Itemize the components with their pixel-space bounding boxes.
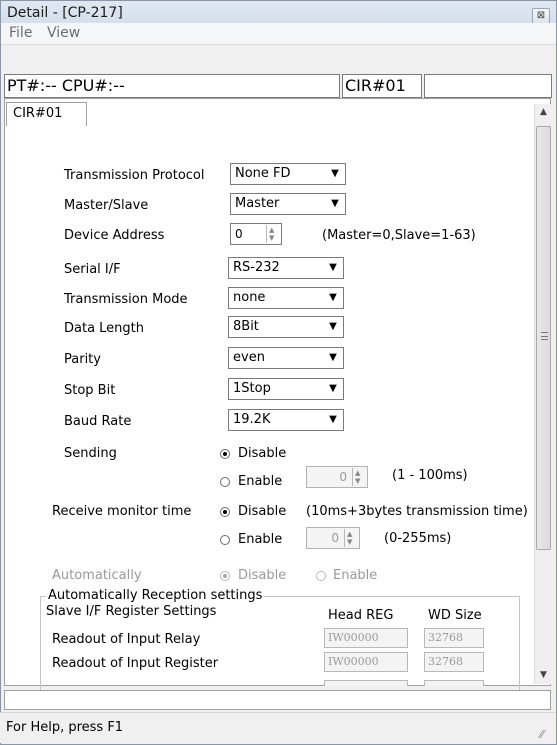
label-receive-monitor-time: Receive monitor time [52,504,192,519]
receive-monitor-enable-radio[interactable] [220,535,230,545]
stepper-arrows-icon[interactable]: ▲ ▼ [344,529,358,547]
sending-enable-radio[interactable] [220,477,230,487]
sending-enable-label[interactable]: Enable [238,474,282,489]
serial-if-value: RS-232 [233,260,280,275]
menu-file[interactable]: File [9,25,32,41]
resize-grip-icon[interactable]: ⁄⁄ [540,728,544,741]
chevron-down-icon: ▼ [329,352,337,363]
window-title: Detail - [CP-217] [7,5,123,21]
data-length-select[interactable]: 8Bit ▼ [228,316,344,338]
scroll-thumb[interactable] [536,126,551,550]
col-head-reg: Head REG [328,608,394,623]
chevron-down-icon: ▼ [329,414,337,425]
cir-field: CIR#01 [342,74,422,98]
chevron-down-icon: ▼ [331,168,339,179]
receive-monitor-disable-radio[interactable] [220,507,230,517]
sending-range: (1 - 100ms) [392,468,468,483]
receive-monitor-disable-label[interactable]: Disable [238,504,286,519]
transmission-protocol-value: None FD [235,166,291,181]
chevron-down-icon: ▼ [329,262,337,273]
master-slave-value: Master [235,196,280,211]
sending-time-stepper[interactable]: 0 ▲ ▼ [306,466,368,488]
chevron-down-icon: ▼ [329,383,337,394]
sending-disable-label[interactable]: Disable [238,446,286,461]
stop-bit-select[interactable]: 1Stop ▼ [228,378,344,400]
automatically-enable-label[interactable]: Enable [333,568,377,583]
stepper-arrows-icon[interactable]: ▲ ▼ [352,468,366,486]
label-readout-input-register: Readout of Input Register [52,656,219,671]
label-master-slave: Master/Slave [64,198,149,213]
stop-bit-value: 1Stop [233,381,271,396]
label-transmission-mode: Transmission Mode [64,292,188,307]
label-device-address: Device Address [64,228,165,243]
stepper-arrows-icon[interactable]: ▲ ▼ [266,225,280,243]
chevron-down-icon: ▼ [331,198,339,209]
scroll-up-icon[interactable]: ▲ [535,104,552,121]
label-sending: Sending [64,446,117,461]
transmission-protocol-select[interactable]: None FD ▼ [230,163,346,185]
header-extra-field [424,74,552,98]
automatically-disable-radio[interactable] [220,571,230,581]
master-slave-select[interactable]: Master ▼ [230,193,346,215]
reception-group-title: Automatically Reception settings [46,588,265,603]
scroll-down-icon[interactable]: ▼ [535,667,552,684]
clipped-wd-field [424,680,484,686]
device-address-hint: (Master=0,Slave=1-63) [322,228,476,243]
status-bar: For Help, press F1 [0,712,555,743]
receive-monitor-range: (0-255ms) [384,531,452,546]
transmission-mode-value: none [233,290,266,305]
baud-rate-select[interactable]: 19.2K ▼ [228,409,344,431]
label-serial-if: Serial I/F [64,262,121,277]
label-parity: Parity [64,352,101,367]
input-register-head-reg[interactable]: IW00000 [324,652,408,672]
chevron-down-icon: ▼ [329,321,337,332]
sending-time-value: 0 [339,470,347,484]
serial-if-select[interactable]: RS-232 ▼ [228,257,344,279]
pt-cpu-field: PT#:-- CPU#:-- [4,74,340,98]
close-icon[interactable]: ⊠ [532,8,550,24]
vertical-scrollbar[interactable]: ▲ ▼ [534,104,551,684]
label-baud-rate: Baud Rate [64,414,132,429]
device-address-stepper[interactable]: 0 ▲ ▼ [230,223,282,245]
label-automatically: Automatically [52,568,142,583]
input-register-wd-size[interactable]: 32768 [424,652,484,672]
input-relay-head-reg[interactable]: IW00000 [324,628,408,648]
chevron-down-icon: ▼ [329,292,337,303]
tab-cir01[interactable]: CIR#01 [6,102,87,126]
automatically-enable-radio[interactable] [316,571,326,581]
horizontal-bar [4,690,551,710]
menu-bar: File View [1,23,556,45]
grip-icon [541,332,548,340]
label-transmission-protocol: Transmission Protocol [64,168,205,183]
data-length-value: 8Bit [233,319,259,334]
receive-monitor-value: 0 [331,531,339,545]
reception-subtitle: Slave I/F Register Settings [46,604,217,619]
parity-value: even [233,350,265,365]
label-data-length: Data Length [64,321,145,336]
parity-select[interactable]: even ▼ [228,347,344,369]
receive-monitor-note: (10ms+3bytes transmission time) [306,504,528,519]
receive-monitor-enable-label[interactable]: Enable [238,532,282,547]
transmission-mode-select[interactable]: none ▼ [228,287,344,309]
input-relay-wd-size[interactable]: 32768 [424,628,484,648]
label-stop-bit: Stop Bit [64,383,116,398]
menu-view[interactable]: View [47,25,80,41]
col-wd-size: WD Size [428,608,482,623]
receive-monitor-stepper[interactable]: 0 ▲ ▼ [306,527,360,549]
automatically-disable-label[interactable]: Disable [238,568,286,583]
device-address-value: 0 [235,227,243,241]
label-readout-input-relay: Readout of Input Relay [52,632,201,647]
sending-disable-radio[interactable] [220,449,230,459]
clipped-reg-field [324,680,408,686]
baud-rate-value: 19.2K [233,412,271,427]
status-text: For Help, press F1 [6,720,124,735]
